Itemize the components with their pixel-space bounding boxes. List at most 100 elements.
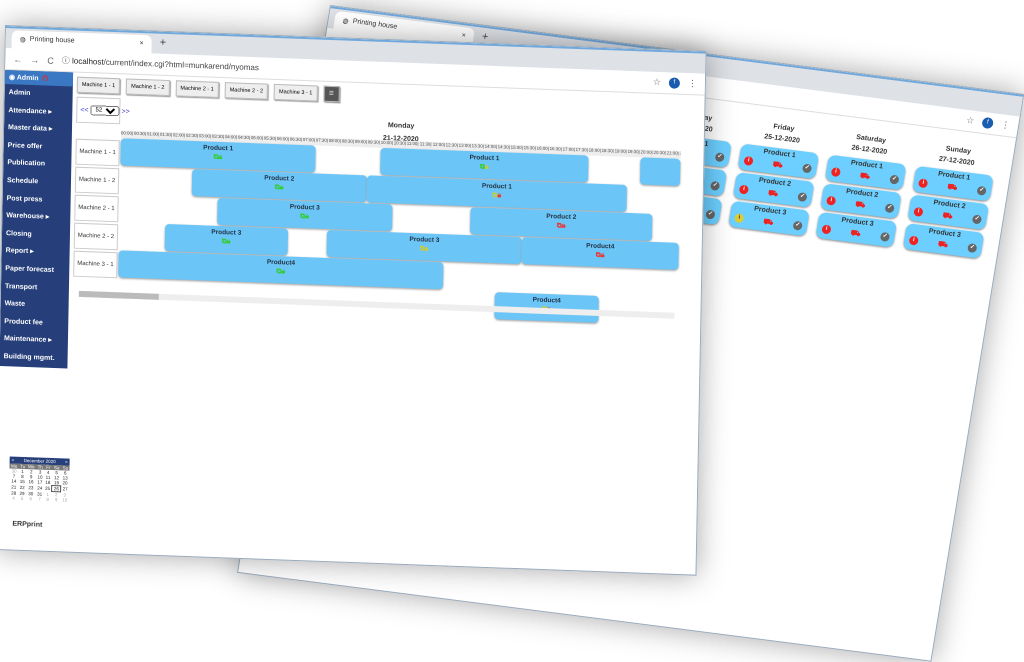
machine-button[interactable]: Machine 2 - 1 bbox=[175, 80, 219, 98]
check-icon[interactable]: ✓ bbox=[705, 209, 716, 220]
prev-week-button[interactable]: << bbox=[80, 106, 88, 113]
check-icon[interactable]: ✓ bbox=[797, 192, 808, 203]
truck-icon[interactable]: ⛟ bbox=[942, 211, 953, 222]
info-icon[interactable]: i bbox=[733, 213, 745, 224]
time-label: 00:00| bbox=[120, 130, 134, 136]
info-icon[interactable]: i bbox=[743, 155, 754, 166]
gantt-job-bar[interactable] bbox=[639, 157, 681, 186]
calendar-day[interactable]: 5 bbox=[18, 496, 26, 501]
star-icon[interactable]: ☆ bbox=[965, 115, 976, 127]
truck-icon[interactable]: ⛟ bbox=[850, 228, 861, 239]
profile-avatar[interactable]: f bbox=[668, 77, 681, 89]
close-tab-icon[interactable]: × bbox=[139, 40, 143, 50]
day-column: Friday 25-12-2020 Product 1 i ⛟ ✓ Product 2 i ⛟ ✓… bbox=[728, 120, 823, 240]
new-tab-button[interactable]: + bbox=[160, 37, 167, 49]
machine-button[interactable]: Machine 1 - 2 bbox=[125, 78, 170, 97]
info-icon[interactable]: i bbox=[738, 184, 750, 195]
machine-button[interactable]: Machine 2 - 2 bbox=[224, 82, 269, 100]
menu-icon[interactable]: ⋮ bbox=[1000, 119, 1011, 131]
time-label: 17:00| bbox=[562, 146, 575, 152]
time-label: 14:30| bbox=[497, 144, 510, 150]
truck-icon[interactable]: ⛟ bbox=[854, 199, 866, 210]
check-icon[interactable]: ✓ bbox=[884, 203, 895, 214]
calendar-day[interactable]: 6 bbox=[26, 496, 36, 501]
sidebar-item[interactable]: Warehouse ▸ bbox=[2, 207, 70, 227]
time-label: 03:00| bbox=[198, 133, 212, 139]
calendar-day[interactable]: 10 bbox=[61, 497, 69, 502]
brand-logo: ERPprint bbox=[12, 520, 43, 529]
cal-next-button[interactable]: > bbox=[65, 459, 68, 464]
info-icon[interactable]: i bbox=[908, 235, 919, 246]
check-icon[interactable]: ✓ bbox=[976, 185, 987, 196]
sidebar-item[interactable]: Waste bbox=[0, 295, 68, 315]
machine-row-label: Machine 1 - 1 bbox=[75, 138, 120, 167]
sidebar-item[interactable]: Master data ▸ bbox=[4, 119, 72, 139]
back-icon[interactable]: ← bbox=[13, 54, 22, 64]
machine-button[interactable]: Machine 1 - 1 bbox=[76, 76, 121, 95]
calendar-day[interactable]: 22 bbox=[18, 484, 26, 490]
week-select[interactable]: 52 bbox=[90, 105, 120, 117]
time-label: 09:30| bbox=[367, 139, 380, 145]
truck-icon[interactable]: ⛟ bbox=[772, 160, 783, 171]
gantt-job-bar[interactable]: Product 3 ⧉🔒︎ bbox=[164, 223, 289, 256]
lock-icon: 🔒︎ bbox=[281, 268, 286, 276]
machine-row-label: Machine 3 - 1 bbox=[73, 250, 118, 279]
logout-icon[interactable]: ⏻ bbox=[42, 75, 48, 82]
calendar-day[interactable]: 9 bbox=[52, 497, 61, 502]
scrollbar-thumb[interactable] bbox=[78, 290, 159, 300]
forward-icon[interactable]: → bbox=[30, 54, 39, 64]
gantt-job-bar[interactable]: Product 2 ⧉🔒︎ bbox=[191, 168, 368, 203]
check-icon[interactable]: ✓ bbox=[889, 174, 900, 185]
sidebar-item[interactable]: Building mgmt. bbox=[0, 348, 68, 368]
cal-prev-button[interactable]: < bbox=[12, 458, 15, 463]
calendar-day[interactable]: 4 bbox=[9, 495, 18, 501]
check-icon[interactable]: ✓ bbox=[879, 231, 891, 242]
info-icon[interactable]: i bbox=[913, 206, 924, 217]
gantt-job-bar[interactable]: Product 1 ⧉🔒︎ bbox=[120, 138, 316, 173]
check-icon[interactable]: ✓ bbox=[967, 243, 978, 254]
time-label: 20:00| bbox=[640, 149, 653, 155]
truck-icon[interactable]: ⛟ bbox=[767, 188, 778, 199]
time-label: 12:00| bbox=[432, 141, 445, 148]
check-icon[interactable]: ✓ bbox=[801, 163, 813, 174]
sidebar-item[interactable]: Admin bbox=[5, 84, 73, 104]
menu-icon[interactable]: ⋮ bbox=[688, 78, 697, 89]
truck-icon[interactable]: ⛟ bbox=[859, 171, 870, 182]
star-icon[interactable]: ☆ bbox=[653, 77, 661, 88]
machine-row-label: Machine 2 - 1 bbox=[74, 194, 119, 223]
check-icon[interactable]: ✓ bbox=[714, 152, 725, 163]
gantt-job-bar[interactable]: Product4⧉🔒︎ bbox=[521, 237, 679, 270]
new-tab-button[interactable]: + bbox=[481, 31, 489, 44]
check-icon[interactable]: ✓ bbox=[709, 180, 721, 191]
time-label: 14:00| bbox=[484, 143, 497, 150]
time-label: 11:30| bbox=[419, 141, 432, 147]
time-label: 19:30| bbox=[627, 148, 640, 155]
info-icon[interactable]: i bbox=[821, 224, 832, 235]
time-label: 05:30| bbox=[263, 135, 277, 142]
time-label: 12:30| bbox=[445, 142, 458, 148]
profile-avatar[interactable]: f bbox=[981, 116, 995, 130]
mini-calendar: < December 2020 > Mo Tu We Th Fr Sa Su 30 1 2 3 4 5 6 7 8… bbox=[9, 456, 70, 503]
info-icon[interactable]: i bbox=[825, 195, 837, 206]
truck-icon[interactable]: ⛟ bbox=[763, 217, 774, 228]
time-label: 10:00| bbox=[380, 139, 393, 146]
info-icon[interactable]: i bbox=[917, 178, 929, 189]
calendar-day[interactable]: 8 bbox=[43, 497, 51, 502]
calendar-day[interactable]: 15 bbox=[18, 479, 26, 485]
truck-icon[interactable]: ⛟ bbox=[937, 239, 948, 250]
reload-icon[interactable]: C bbox=[47, 55, 54, 65]
time-label: 02:00| bbox=[172, 132, 186, 138]
sidebar-item[interactable]: Paper forecast bbox=[1, 260, 69, 280]
time-label: 13:00| bbox=[458, 142, 471, 149]
calendar-day[interactable]: 7 bbox=[36, 496, 44, 502]
check-icon[interactable]: ✓ bbox=[792, 220, 803, 231]
truck-icon[interactable]: ⛟ bbox=[946, 182, 958, 193]
calendar-day[interactable]: 27 bbox=[61, 486, 69, 492]
time-label: 21:00| bbox=[666, 150, 679, 156]
check-icon[interactable]: ✓ bbox=[971, 214, 983, 225]
sidebar-item[interactable]: Schedule bbox=[3, 172, 71, 192]
info-icon[interactable]: i bbox=[830, 167, 842, 178]
grid-view-icon[interactable]: ☰ bbox=[323, 85, 340, 103]
gantt-job-bar[interactable]: Product 1 ⧉🔒︎ bbox=[366, 175, 627, 212]
machine-button[interactable]: Machine 3 - 1 bbox=[273, 83, 318, 102]
